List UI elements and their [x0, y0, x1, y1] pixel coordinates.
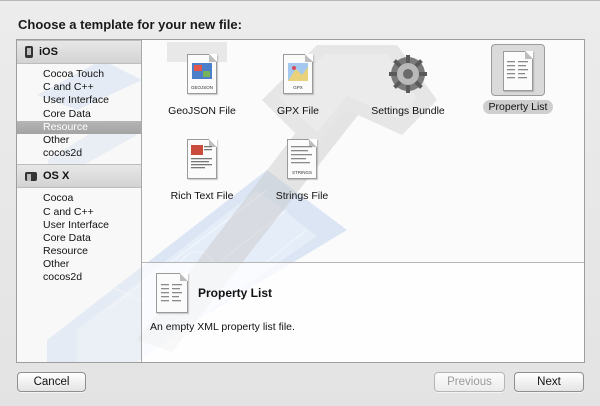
iphone-icon	[25, 46, 33, 58]
template-label: GPX File	[276, 105, 319, 117]
sidebar-item-c-and-cpp[interactable]: C and C++	[17, 81, 141, 94]
geojson-file-icon: GEOJSON	[187, 54, 217, 94]
platform-label: OS X	[43, 170, 70, 183]
sidebar-item-cocoa-touch[interactable]: Cocoa Touch	[17, 68, 141, 81]
sidebar-item-user-interface[interactable]: User Interface	[17, 94, 141, 107]
sidebar-item-other[interactable]: Other	[17, 134, 141, 147]
template-label: Settings Bundle	[371, 105, 445, 117]
template-property-list[interactable]: Property List	[470, 44, 566, 114]
strings-file-icon: STRINGS	[287, 139, 317, 179]
property-list-file-icon	[156, 273, 188, 313]
mac-icon	[25, 171, 37, 181]
sidebar-item-core-data[interactable]: Core Data	[17, 108, 141, 121]
rich-text-file-icon	[187, 139, 217, 179]
sidebar-item-user-interface[interactable]: User Interface	[17, 219, 141, 232]
sidebar-item-cocoa[interactable]: Cocoa	[17, 192, 141, 205]
platform-header-ios[interactable]: iOS	[17, 40, 141, 64]
template-label: Property List	[482, 100, 554, 114]
sidebar-item-c-and-cpp[interactable]: C and C++	[17, 206, 141, 219]
template-grid: GEOJSON GeoJSON File GPX GPX File Settin…	[142, 40, 584, 262]
previous-button[interactable]: Previous	[434, 372, 505, 392]
selected-template-name: Property List	[198, 286, 273, 300]
template-chooser: iOS Cocoa Touch C and C++ User Interface…	[16, 39, 585, 363]
property-list-file-icon	[503, 51, 533, 91]
ios-category-list: Cocoa Touch C and C++ User Interface Cor…	[17, 64, 141, 164]
template-settings-bundle[interactable]: Settings Bundle	[360, 50, 456, 118]
template-detail-pane: Property List An empty XML property list…	[142, 262, 584, 362]
sidebar-item-core-data[interactable]: Core Data	[17, 232, 141, 245]
cancel-button[interactable]: Cancel	[17, 372, 86, 392]
platform-category-sidebar: iOS Cocoa Touch C and C++ User Interface…	[17, 40, 142, 362]
sidebar-item-cocos2d[interactable]: cocos2d	[17, 271, 141, 284]
gpx-file-icon: GPX	[283, 54, 313, 94]
selected-template-description: An empty XML property list file.	[150, 321, 295, 333]
template-rich-text-file[interactable]: Rich Text File	[154, 135, 250, 203]
template-strings-file[interactable]: STRINGS Strings File	[254, 135, 350, 203]
platform-label: iOS	[39, 46, 58, 58]
dialog-title: Choose a template for your new file:	[18, 17, 242, 32]
sidebar-item-resource[interactable]: Resource	[17, 245, 141, 258]
sidebar-item-cocos2d[interactable]: cocos2d	[17, 147, 141, 160]
template-geojson-file[interactable]: GEOJSON GeoJSON File	[154, 50, 250, 118]
template-label: GeoJSON File	[168, 105, 236, 117]
gear-icon	[389, 55, 427, 93]
platform-header-osx[interactable]: OS X	[17, 164, 141, 189]
new-file-sheet: Choose a template for your new file: iOS…	[0, 0, 600, 406]
template-gpx-file[interactable]: GPX GPX File	[250, 50, 346, 118]
next-button[interactable]: Next	[514, 372, 584, 392]
template-label: Rich Text File	[170, 190, 234, 202]
osx-category-list: Cocoa C and C++ User Interface Core Data…	[17, 188, 141, 288]
sidebar-item-resource[interactable]: Resource	[17, 120, 141, 134]
sidebar-item-other[interactable]: Other	[17, 258, 141, 271]
template-label: Strings File	[275, 190, 329, 202]
